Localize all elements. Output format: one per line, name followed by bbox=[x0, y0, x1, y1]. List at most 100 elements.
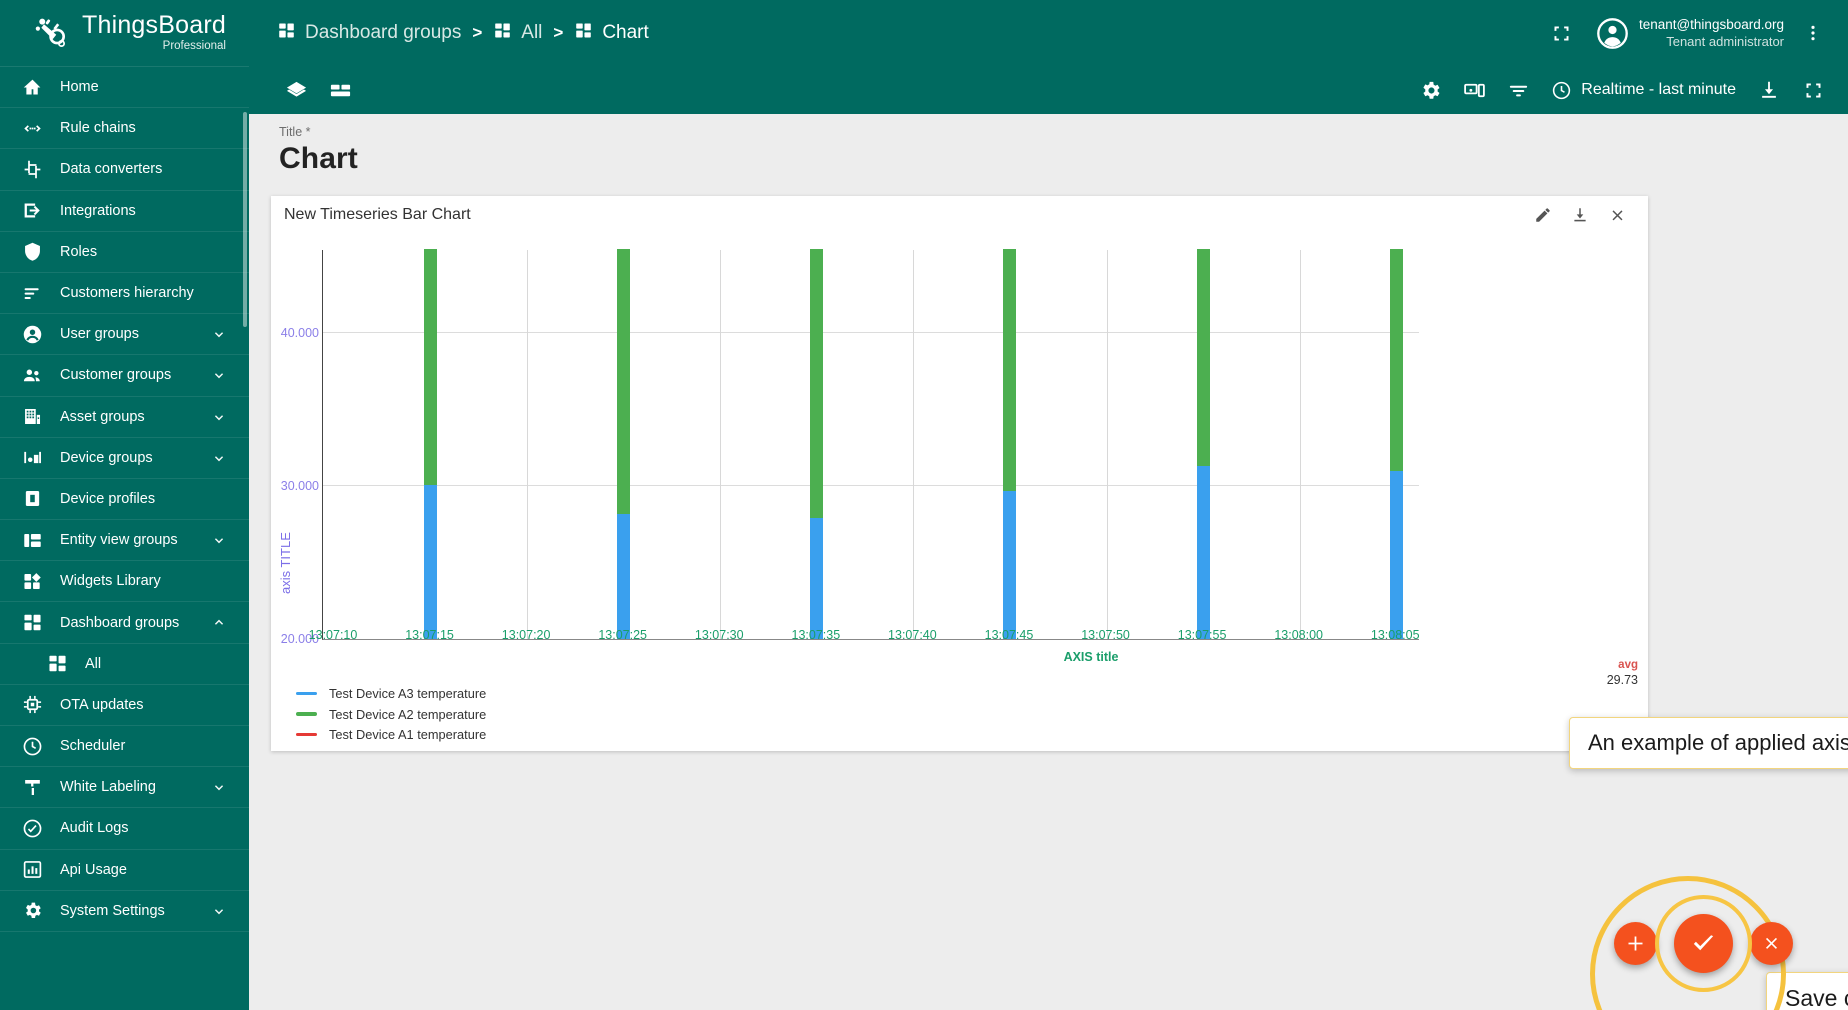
gridline-vertical bbox=[913, 250, 915, 639]
clock-icon bbox=[1553, 81, 1571, 99]
gear-icon[interactable] bbox=[1413, 73, 1447, 107]
sidebar-item-label: Device groups bbox=[60, 449, 153, 466]
sidebar-item-entity-view-groups[interactable]: Entity view groups bbox=[0, 520, 249, 562]
bar-segment-a3 bbox=[810, 518, 824, 639]
dashboards-icon bbox=[47, 653, 68, 674]
brand-logo-block[interactable]: ThingsBoard Professional bbox=[0, 0, 249, 66]
sidebar-item-label: Audit Logs bbox=[60, 820, 129, 837]
chevron-down-icon[interactable] bbox=[211, 779, 227, 795]
data-converters-icon bbox=[22, 159, 43, 180]
dashboard-title-field[interactable]: Title * Chart bbox=[249, 114, 1848, 187]
dashboard-canvas: New Timeseries Bar Chart axis TITLE 20.0… bbox=[249, 187, 1848, 1010]
sidebar-item-dashboard-groups[interactable]: Dashboard groups bbox=[0, 602, 249, 644]
sidebar-item-scheduler[interactable]: Scheduler bbox=[0, 726, 249, 768]
widget-header: New Timeseries Bar Chart bbox=[271, 196, 1648, 234]
breadcrumb-separator: > bbox=[553, 23, 564, 42]
fullscreen-icon[interactable] bbox=[1796, 73, 1830, 107]
brush-icon bbox=[22, 777, 43, 798]
bar-segment-a2 bbox=[1196, 249, 1210, 467]
breadcrumb-item-all[interactable]: All bbox=[493, 21, 542, 46]
sidebar-item-device-groups[interactable]: Device groups bbox=[0, 438, 249, 479]
sidebar-item-device-profiles[interactable]: Device profiles bbox=[0, 479, 249, 521]
gridline-horizontal bbox=[323, 485, 1419, 487]
sidebar-scrollbar[interactable] bbox=[243, 112, 247, 327]
breadcrumb-item-dashboard-groups[interactable]: Dashboard groups bbox=[277, 21, 461, 46]
legend-item[interactable]: Test Device A2 temperature bbox=[296, 707, 486, 722]
sidebar-item-customer-groups[interactable]: Customer groups bbox=[0, 355, 249, 397]
gridline-vertical bbox=[1299, 250, 1301, 639]
close-icon[interactable] bbox=[1606, 204, 1628, 226]
sidebar-item-rule-chains[interactable]: Rule chains bbox=[0, 108, 249, 150]
device-states-icon[interactable] bbox=[1457, 73, 1491, 107]
bar-segment-a3 bbox=[424, 484, 438, 639]
chevron-down-icon[interactable] bbox=[211, 326, 227, 342]
widget-title: New Timeseries Bar Chart bbox=[284, 206, 471, 223]
chevron-down-icon[interactable] bbox=[211, 367, 227, 383]
user-menu[interactable]: tenant@thingsboard.org Tenant administra… bbox=[1597, 16, 1784, 51]
sidebar-item-label: Widgets Library bbox=[60, 573, 161, 590]
timerange-selector[interactable]: Realtime - last minute bbox=[1545, 80, 1742, 101]
chevron-up-icon[interactable] bbox=[211, 615, 227, 631]
sidebar-item-all[interactable]: All bbox=[0, 644, 249, 685]
sidebar-item-label: Scheduler bbox=[60, 738, 126, 755]
x-tick-label: 13:07:45 bbox=[984, 628, 1034, 642]
hierarchy-icon bbox=[22, 283, 43, 304]
breadcrumb-item-chart[interactable]: Chart bbox=[574, 21, 649, 46]
sidebar-item-home[interactable]: Home bbox=[0, 67, 249, 109]
download-icon[interactable] bbox=[1752, 73, 1786, 107]
breadcrumb-separator: > bbox=[472, 23, 483, 42]
dashboards-icon bbox=[574, 21, 593, 46]
widget-timeseries-bar-chart: New Timeseries Bar Chart axis TITLE 20.0… bbox=[271, 196, 1648, 751]
sidebar-item-api-usage[interactable]: Api Usage bbox=[0, 850, 249, 891]
legend-item[interactable]: Test Device A1 temperature bbox=[296, 727, 486, 742]
chevron-down-icon[interactable] bbox=[211, 409, 227, 425]
sidebar-item-white-labeling[interactable]: White Labeling bbox=[0, 767, 249, 809]
sidebar-item-audit-logs[interactable]: Audit Logs bbox=[0, 808, 249, 850]
brand-name: ThingsBoard bbox=[82, 11, 226, 40]
bar-segment-a2 bbox=[1389, 249, 1403, 471]
page-title[interactable]: Chart bbox=[279, 142, 1848, 175]
bar-segment-a3 bbox=[1389, 470, 1403, 639]
layout-icon[interactable] bbox=[323, 73, 357, 107]
avg-value: 29.73 bbox=[1606, 672, 1638, 687]
legend-item[interactable]: Test Device A3 temperature bbox=[296, 686, 486, 701]
sidebar-item-user-groups[interactable]: User groups bbox=[0, 314, 249, 356]
y-tick-label: 30.000 bbox=[280, 479, 319, 494]
rule-chains-icon bbox=[22, 118, 43, 139]
sidebar-item-customers-hierarchy[interactable]: Customers hierarchy bbox=[0, 273, 249, 315]
sidebar-item-system-settings[interactable]: System Settings bbox=[0, 891, 249, 932]
avg-label: avg bbox=[1618, 659, 1638, 671]
fullscreen-icon[interactable] bbox=[1545, 16, 1579, 50]
clock-icon bbox=[22, 736, 43, 757]
ota-icon bbox=[22, 694, 43, 715]
sidebar-item-label: Customer groups bbox=[60, 367, 172, 384]
sidebar-item-asset-groups[interactable]: Asset groups bbox=[0, 397, 249, 438]
legend-color-swatch bbox=[296, 732, 317, 737]
sidebar-item-data-converters[interactable]: Data converters bbox=[0, 149, 249, 191]
chevron-down-icon[interactable] bbox=[211, 532, 227, 548]
apply-button-highlight-ring bbox=[1655, 895, 1752, 992]
top-header: Dashboard groups > All > Chart tenant@things… bbox=[249, 0, 1848, 66]
filter-icon[interactable] bbox=[1501, 73, 1535, 107]
pencil-icon[interactable] bbox=[1532, 204, 1554, 226]
customers-icon bbox=[22, 365, 43, 386]
layers-icon[interactable] bbox=[279, 73, 313, 107]
sidebar-item-roles[interactable]: Roles bbox=[0, 232, 249, 273]
sidebar-item-integrations[interactable]: Integrations bbox=[0, 191, 249, 232]
chevron-down-icon[interactable] bbox=[211, 450, 227, 466]
widgets-icon bbox=[22, 571, 43, 592]
sidebar-item-label: Dashboard groups bbox=[60, 614, 180, 631]
sidebar-item-label: Asset groups bbox=[60, 408, 145, 425]
chevron-down-icon[interactable] bbox=[211, 903, 227, 919]
more-vertical-icon[interactable] bbox=[1796, 16, 1830, 50]
integrations-icon bbox=[22, 200, 43, 221]
add-widget-button[interactable] bbox=[1614, 922, 1657, 965]
device-profile-icon bbox=[22, 488, 43, 509]
legend-color-swatch bbox=[296, 691, 317, 696]
download-icon[interactable] bbox=[1569, 204, 1591, 226]
avatar-icon bbox=[1597, 17, 1628, 49]
sidebar-item-ota-updates[interactable]: OTA updates bbox=[0, 685, 249, 726]
sidebar-item-widgets-library[interactable]: Widgets Library bbox=[0, 561, 249, 603]
cancel-changes-button[interactable] bbox=[1750, 922, 1793, 965]
sidebar-item-label: Device profiles bbox=[60, 490, 156, 507]
